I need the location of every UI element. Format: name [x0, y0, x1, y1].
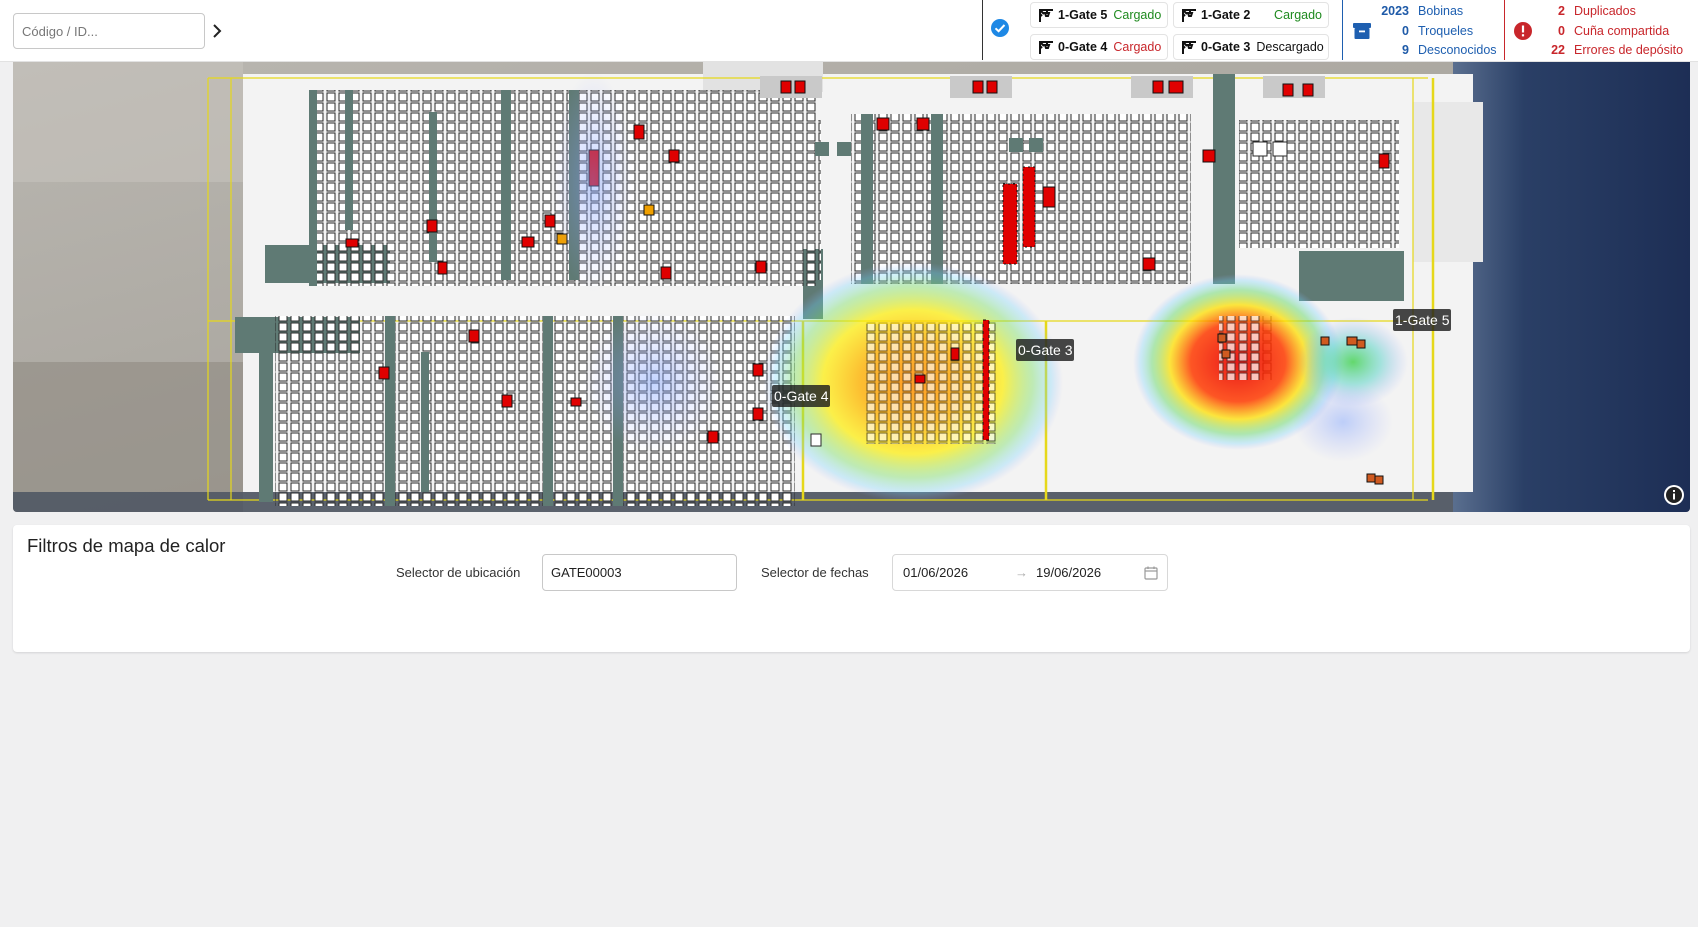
date-range-picker[interactable]: 01/06/2026 → 19/06/2026 [892, 554, 1168, 591]
search-go-button[interactable] [208, 18, 226, 44]
stat-value: 0 [1402, 24, 1409, 38]
stat-troqueles[interactable]: 0 Troqueles [1373, 24, 1473, 38]
search-input[interactable] [13, 13, 205, 49]
stat-label: Duplicados [1574, 4, 1636, 18]
crane-icon [1039, 41, 1053, 54]
stat-value: 0 [1558, 24, 1565, 38]
date-from[interactable]: 01/06/2026 [903, 565, 968, 580]
filters-title: Filtros de mapa de calor [27, 535, 226, 556]
date-to[interactable]: 19/06/2026 [1036, 565, 1101, 580]
heatmap-filters-panel: Filtros de mapa de calor Selector de ubi… [13, 525, 1690, 652]
divider [1504, 0, 1505, 60]
gate-chip[interactable]: 1-Gate 2 Cargado [1173, 2, 1329, 28]
stat-value: 2 [1558, 4, 1565, 18]
gate-marker-label[interactable]: 0-Gate 4 [772, 385, 831, 407]
gate-chip[interactable]: 0-Gate 3 Descargado [1173, 34, 1329, 60]
stat-label: Desconocidos [1418, 43, 1497, 57]
crane-icon [1182, 41, 1196, 54]
map-canvas[interactable] [13, 62, 1690, 512]
calendar-icon[interactable] [1144, 566, 1158, 580]
stat-value: 9 [1402, 43, 1409, 57]
date-range-arrow: → [1015, 565, 1028, 580]
check-circle-icon [991, 19, 1009, 37]
gate-status: Descargado [1256, 40, 1324, 54]
crane-icon [1182, 9, 1196, 22]
stat-desconocidos[interactable]: 9 Desconocidos [1373, 43, 1497, 57]
stat-bobinas[interactable]: 2023 Bobinas [1373, 4, 1463, 18]
warehouse-heatmap[interactable]: 1-Gate 5 0-Gate 3 0-Gate 4 [13, 62, 1690, 512]
stat-label: Troqueles [1418, 24, 1474, 38]
stat-errores-deposito[interactable]: 22 Errores de depósito [1529, 43, 1683, 57]
crane-icon [1039, 9, 1053, 22]
date-selector-label: Selector de fechas [761, 565, 869, 580]
location-selector-input[interactable] [542, 554, 737, 591]
gate-chip[interactable]: 0-Gate 4 Cargado [1030, 34, 1168, 60]
gate-status: Cargado [1113, 40, 1162, 54]
location-selector-label: Selector de ubicación [396, 565, 521, 580]
stat-value: 2023 [1381, 4, 1409, 18]
stat-label: Errores de depósito [1574, 43, 1684, 57]
gate-name: 0-Gate 4 [1058, 40, 1108, 54]
divider [1342, 0, 1343, 60]
gate-status: Cargado [1274, 8, 1322, 22]
info-icon[interactable] [1663, 484, 1685, 506]
gate-status: Cargado [1113, 8, 1162, 22]
stat-label: Bobinas [1418, 4, 1464, 18]
gate-name: 0-Gate 3 [1201, 40, 1251, 54]
archive-icon [1353, 23, 1371, 39]
gate-marker-label[interactable]: 0-Gate 3 [1016, 339, 1075, 361]
gate-chip[interactable]: 1-Gate 5 Cargado [1030, 2, 1168, 28]
divider [982, 0, 983, 60]
stat-cuna-compartida[interactable]: 0 Cuña compartida [1529, 24, 1669, 38]
gate-name: 1-Gate 2 [1201, 8, 1251, 22]
stat-value: 22 [1551, 43, 1565, 57]
top-bar: 1-Gate 5 Cargado 1-Gate 2 Cargado 0-Gate… [0, 0, 1698, 62]
gate-name: 1-Gate 5 [1058, 8, 1108, 22]
stat-label: Cuña compartida [1574, 24, 1670, 38]
chevron-right-icon [213, 24, 222, 38]
stat-duplicados[interactable]: 2 Duplicados [1529, 4, 1636, 18]
gate-marker-label[interactable]: 1-Gate 5 [1393, 309, 1452, 331]
